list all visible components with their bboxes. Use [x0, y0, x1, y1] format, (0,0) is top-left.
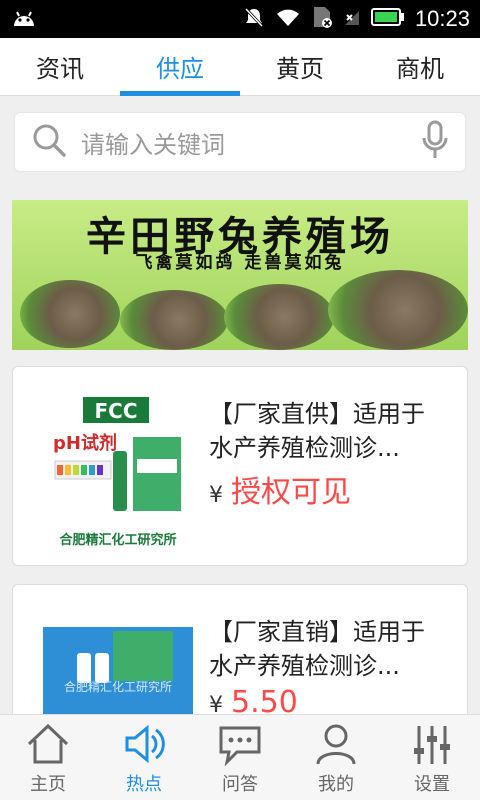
sim-error-icon: [311, 5, 333, 33]
nav-qa-label: 问答: [222, 774, 258, 795]
product-card[interactable]: FCC pH试剂 合肥精汇化工研究所 【厂家直供】适用于水产养殖检测诊... ¥…: [12, 366, 468, 566]
tab-news[interactable]: 资讯: [0, 38, 120, 95]
nav-profile[interactable]: 我的: [288, 715, 384, 800]
status-bar: 10:23: [0, 0, 480, 38]
nav-settings-label: 设置: [414, 774, 450, 795]
rabbit-photo: [120, 290, 228, 350]
image-watermark: 合肥精汇化工研究所: [64, 679, 172, 694]
speaker-icon: [125, 724, 165, 764]
mute-icon: [243, 6, 265, 32]
wifi-icon: [275, 6, 301, 32]
nav-hot-label: 热点: [126, 774, 162, 795]
signal-icon: [343, 7, 361, 31]
nav-home-label: 主页: [30, 774, 66, 795]
battery-icon: [370, 8, 405, 30]
bottom-nav: 主页 热点 问答 我的 设置: [0, 714, 480, 800]
nav-profile-label: 我的: [318, 774, 354, 795]
tab-business-opportunity[interactable]: 商机: [360, 38, 480, 95]
product-title: 【厂家直销】适用于水产养殖检测诊...: [209, 618, 425, 680]
product-image-label: pH试剂: [53, 432, 117, 454]
tab-yellow-pages[interactable]: 黄页: [240, 38, 360, 95]
tab-supply[interactable]: 供应: [120, 38, 240, 96]
rabbit-photo: [328, 270, 468, 350]
product-image: FCC pH试剂 合肥精汇化工研究所: [43, 389, 193, 549]
microphone-icon[interactable]: [421, 120, 449, 164]
home-icon: [27, 723, 69, 764]
promo-banner[interactable]: 辛田野兔养殖场 飞禽莫如鸪 走兽莫如兔: [12, 200, 468, 350]
user-icon: [316, 724, 356, 765]
search-icon[interactable]: [31, 122, 67, 162]
price-value: 授权可见: [231, 475, 351, 510]
nav-home[interactable]: 主页: [0, 715, 96, 800]
nav-settings[interactable]: 设置: [384, 715, 480, 800]
product-price: ¥ 授权可见: [209, 467, 351, 511]
product-title: 【厂家直供】适用于水产养殖检测诊...: [209, 400, 425, 462]
sliders-icon: [414, 726, 450, 764]
product-image-caption: 合肥精汇化工研究所: [59, 532, 176, 548]
rabbit-photo: [224, 284, 334, 350]
clock: 10:23: [414, 6, 470, 31]
rabbit-photo: [20, 280, 120, 348]
top-tabs: 资讯 供应 黄页 商机: [0, 38, 480, 96]
nav-qa[interactable]: 问答: [192, 715, 288, 800]
brand-logo: FCC: [94, 399, 137, 423]
chat-bubble-icon: [219, 726, 261, 766]
nav-hot[interactable]: 热点: [96, 715, 192, 800]
search-bar[interactable]: 请输入关键词: [14, 112, 466, 172]
android-icon: [10, 6, 38, 32]
currency-symbol: ¥: [209, 483, 223, 508]
search-input[interactable]: 请输入关键词: [81, 125, 421, 160]
